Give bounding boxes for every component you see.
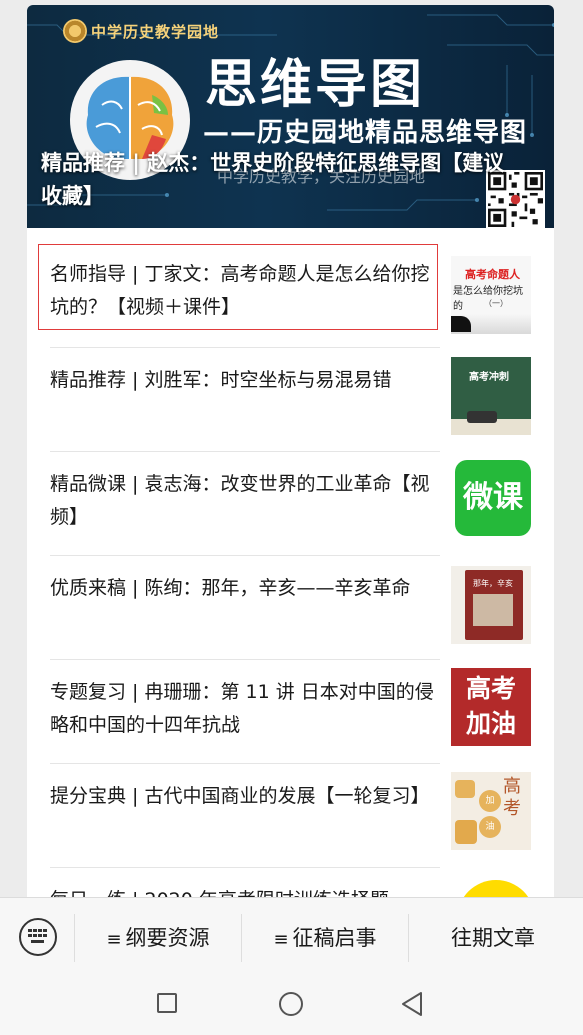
article-title[interactable]: 提分宝典 | 古代中国商业的发展【一轮复习】 [50,780,435,813]
menu-item-past-articles[interactable]: 往期文章 [410,916,576,960]
article-title[interactable]: 优质来稿 | 陈绚：那年，辛亥——辛亥革命 [50,572,435,605]
menu-divider [408,914,409,962]
article-title[interactable]: 精品推荐 | 刘胜军：时空坐标与易混易错 [50,364,435,397]
article-thumbnail[interactable]: 高考 加油 [451,668,531,746]
article-thumbnail[interactable]: 高考命题人 是怎么给你挖坑的 （一） [451,256,531,334]
menu-list-icon: ≡ [273,929,289,950]
menu-divider [74,914,75,962]
hero-sub-title: ——历史园地精品思维导图 [203,118,528,148]
square-icon[interactable] [157,993,177,1013]
list-item[interactable]: 精品微课 | 袁志海：改变世界的工业革命【视频】 微课 [27,452,554,556]
article-title[interactable]: 专题复习 | 冉珊珊：第 11 讲 日本对中国的侵略和中国的十四年抗战 [50,676,435,742]
account-menu-bar: ≡ 纲要资源 ≡ 征稿启事 往期文章 [0,897,583,979]
article-title[interactable]: 精品微课 | 袁志海：改变世界的工业革命【视频】 [50,468,435,534]
hero-article-title[interactable]: 精品推荐 | 赵杰：世界史阶段特征思维导图【建议收藏】 [41,147,511,213]
list-item[interactable]: 精品推荐 | 刘胜军：时空坐标与易混易错 高考冲刺 [27,348,554,452]
school-logo [63,19,87,43]
article-thumbnail[interactable]: 加 油 高考 [451,772,531,850]
article-thumbnail[interactable]: 高考冲刺 [451,357,531,435]
keyboard-icon[interactable] [19,918,57,956]
hero-banner[interactable]: 中学历史教学园地 思维导图 ——历史园地精品思维导图 中学历史教学，关注历史园地 [27,5,554,228]
hero-logo-text: 中学历史教学园地 [91,23,220,41]
menu-list-icon: ≡ [106,929,122,950]
system-nav-bar [0,979,583,1035]
menu-divider [241,914,242,962]
article-thumbnail[interactable]: 微课 [451,458,531,536]
hero-big-title: 思维导图 [205,55,426,115]
menu-item-outline-resources[interactable]: ≡ 纲要资源 [76,916,240,960]
list-item[interactable]: 优质来稿 | 陈绚：那年，辛亥——辛亥革命 那年，辛亥 [27,556,554,660]
article-title[interactable]: 名师指导 | 丁家文：高考命题人是怎么给你挖坑的？【视频＋课件】 [50,258,435,324]
list-item[interactable]: 名师指导 | 丁家文：高考命题人是怎么给你挖坑的？【视频＋课件】 高考命题人 是… [27,244,554,348]
article-thumbnail[interactable]: 那年，辛亥 [451,566,531,644]
circle-icon[interactable] [279,992,303,1016]
menu-item-call-for-papers[interactable]: ≡ 征稿启事 [243,916,407,960]
triangle-back-icon[interactable] [400,991,424,1017]
list-item[interactable]: 专题复习 | 冉珊珊：第 11 讲 日本对中国的侵略和中国的十四年抗战 高考 加… [27,660,554,764]
article-card: 中学历史教学园地 思维导图 ——历史园地精品思维导图 中学历史教学，关注历史园地 [27,5,554,905]
list-item[interactable]: 提分宝典 | 古代中国商业的发展【一轮复习】 加 油 高考 [27,764,554,868]
